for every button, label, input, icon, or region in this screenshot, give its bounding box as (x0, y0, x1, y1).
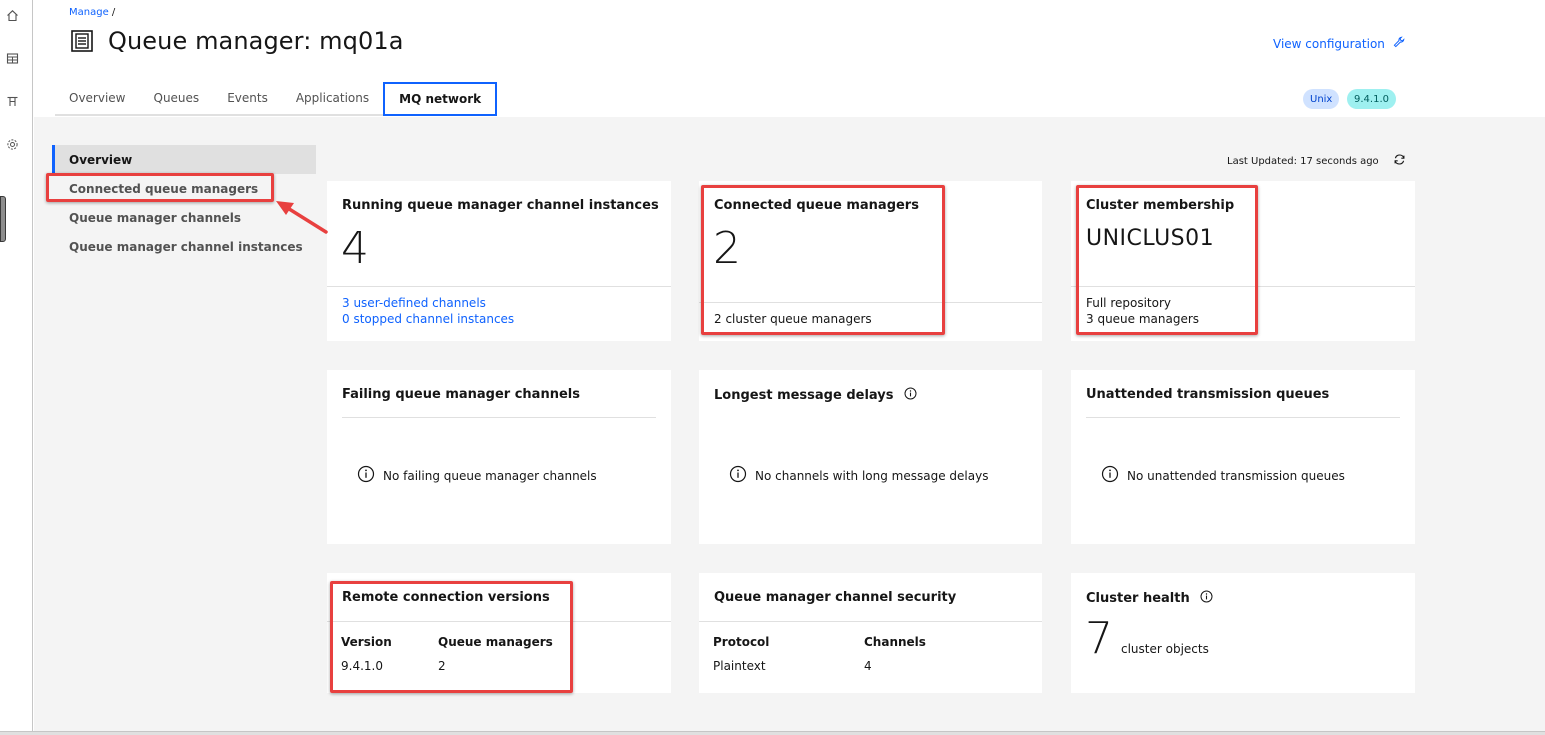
card-cluster-health: Cluster health 7 cluster objects (1071, 573, 1415, 693)
bottom-scrollbar[interactable] (0, 731, 1545, 735)
cluster-qm-count: 3 queue managers (1086, 312, 1200, 326)
title-row: Queue manager: mq01a (69, 27, 404, 55)
info-icon (357, 465, 375, 486)
info-icon (729, 465, 747, 486)
card-title: Connected queue managers (714, 198, 919, 213)
left-rail (0, 0, 33, 735)
cluster-objects-label: cluster objects (1121, 642, 1209, 656)
card-running-channel-instances: Running queue manager channel instances … (327, 181, 671, 341)
card-divider (699, 302, 1042, 303)
view-configuration-label: View configuration (1273, 36, 1385, 51)
tab-overview[interactable]: Overview (55, 82, 140, 116)
card-divider (1086, 417, 1400, 418)
rail-drag-handle[interactable] (0, 196, 6, 242)
card-divider (327, 286, 671, 287)
card-title: Running queue manager channel instances (342, 198, 659, 213)
tab-mq-network[interactable]: MQ network (383, 82, 498, 116)
tab-bar: Overview Queues Events Applications MQ n… (55, 82, 498, 116)
empty-state-text: No failing queue manager channels (383, 468, 597, 483)
card-title: Cluster membership (1086, 198, 1235, 213)
card-divider (699, 621, 1042, 622)
card-title: Failing queue manager channels (342, 387, 580, 402)
breadcrumb-separator: / (111, 7, 116, 18)
info-icon[interactable] (1200, 590, 1213, 607)
breadcrumb-link-manage[interactable]: Manage (69, 7, 109, 18)
annotation-arrow (276, 201, 328, 234)
column-header-channels: Channels (864, 635, 926, 649)
settings-icon[interactable] (5, 138, 19, 152)
empty-state-text: No channels with long message delays (755, 468, 989, 483)
empty-state: No unattended transmission queues (1101, 465, 1345, 486)
sidenav-item-overview[interactable]: Overview (52, 145, 316, 174)
column-header-version: Version (341, 635, 392, 649)
card-divider (327, 621, 671, 622)
cluster-queue-managers-text: 2 cluster queue managers (714, 312, 872, 326)
platform-tag: Unix (1303, 89, 1340, 109)
stopped-channel-instances-link[interactable]: 0 stopped channel instances (342, 312, 514, 326)
breadcrumb: Manage / (69, 7, 115, 18)
protocol-channel-count: 4 (864, 659, 872, 673)
connected-count: 2 (713, 223, 741, 274)
card-title: Queue manager channel security (714, 590, 957, 605)
empty-state: No channels with long message delays (729, 465, 988, 486)
card-remote-connection-versions: Remote connection versions Version Queue… (327, 573, 671, 693)
version-link[interactable]: 9.4.1.0 (341, 659, 383, 673)
cluster-object-count: 7 (1085, 613, 1113, 664)
last-updated: Last Updated: 17 seconds ago (1227, 153, 1406, 169)
empty-state-text: No unattended transmission queues (1127, 468, 1345, 483)
card-divider (1071, 286, 1415, 287)
home-icon[interactable] (5, 9, 19, 23)
running-count: 4 (341, 223, 369, 274)
version-tag: 9.4.1.0 (1347, 89, 1396, 109)
view-configuration-link[interactable]: View configuration (1273, 36, 1405, 51)
cluster-name: UNICLUS01 (1086, 226, 1215, 251)
card-unattended-transmission-queues: Unattended transmission queues No unatte… (1071, 370, 1415, 544)
card-title-text: Cluster health (1086, 591, 1190, 606)
card-channel-security: Queue manager channel security Protocol … (699, 573, 1042, 693)
last-updated-text: Last Updated: 17 seconds ago (1227, 155, 1379, 167)
repository-type: Full repository (1086, 296, 1172, 310)
empty-state: No failing queue manager channels (357, 465, 597, 486)
wrench-icon (1393, 36, 1405, 51)
user-defined-channels-link[interactable]: 3 user-defined channels (342, 296, 486, 310)
version-qm-count: 2 (438, 659, 446, 673)
info-icon (1101, 465, 1119, 486)
card-title: Remote connection versions (342, 590, 550, 605)
card-title-text: Longest message delays (714, 388, 894, 403)
tab-events[interactable]: Events (213, 82, 282, 116)
ruler-icon[interactable] (5, 95, 19, 109)
table-icon[interactable] (5, 52, 19, 66)
page-title: Queue manager: mq01a (108, 27, 404, 55)
info-icon[interactable] (904, 387, 917, 404)
card-cluster-membership: Cluster membership UNICLUS01 Full reposi… (1071, 181, 1415, 341)
column-header-queue-managers: Queue managers (438, 635, 553, 649)
card-title: Longest message delays (714, 387, 917, 404)
refresh-icon[interactable] (1393, 153, 1406, 169)
card-failing-channels: Failing queue manager channels No failin… (327, 370, 671, 544)
card-title: Cluster health (1086, 590, 1213, 607)
card-connected-queue-managers: Connected queue managers 2 2 cluster que… (699, 181, 1042, 341)
protocol-link[interactable]: Plaintext (713, 659, 766, 673)
card-message-delays: Longest message delays No channels with … (699, 370, 1042, 544)
queue-manager-icon (69, 28, 95, 54)
tab-queues[interactable]: Queues (139, 82, 214, 116)
column-header-protocol: Protocol (713, 635, 770, 649)
card-title: Unattended transmission queues (1086, 387, 1330, 402)
card-divider (342, 417, 656, 418)
tab-applications[interactable]: Applications (281, 82, 384, 116)
